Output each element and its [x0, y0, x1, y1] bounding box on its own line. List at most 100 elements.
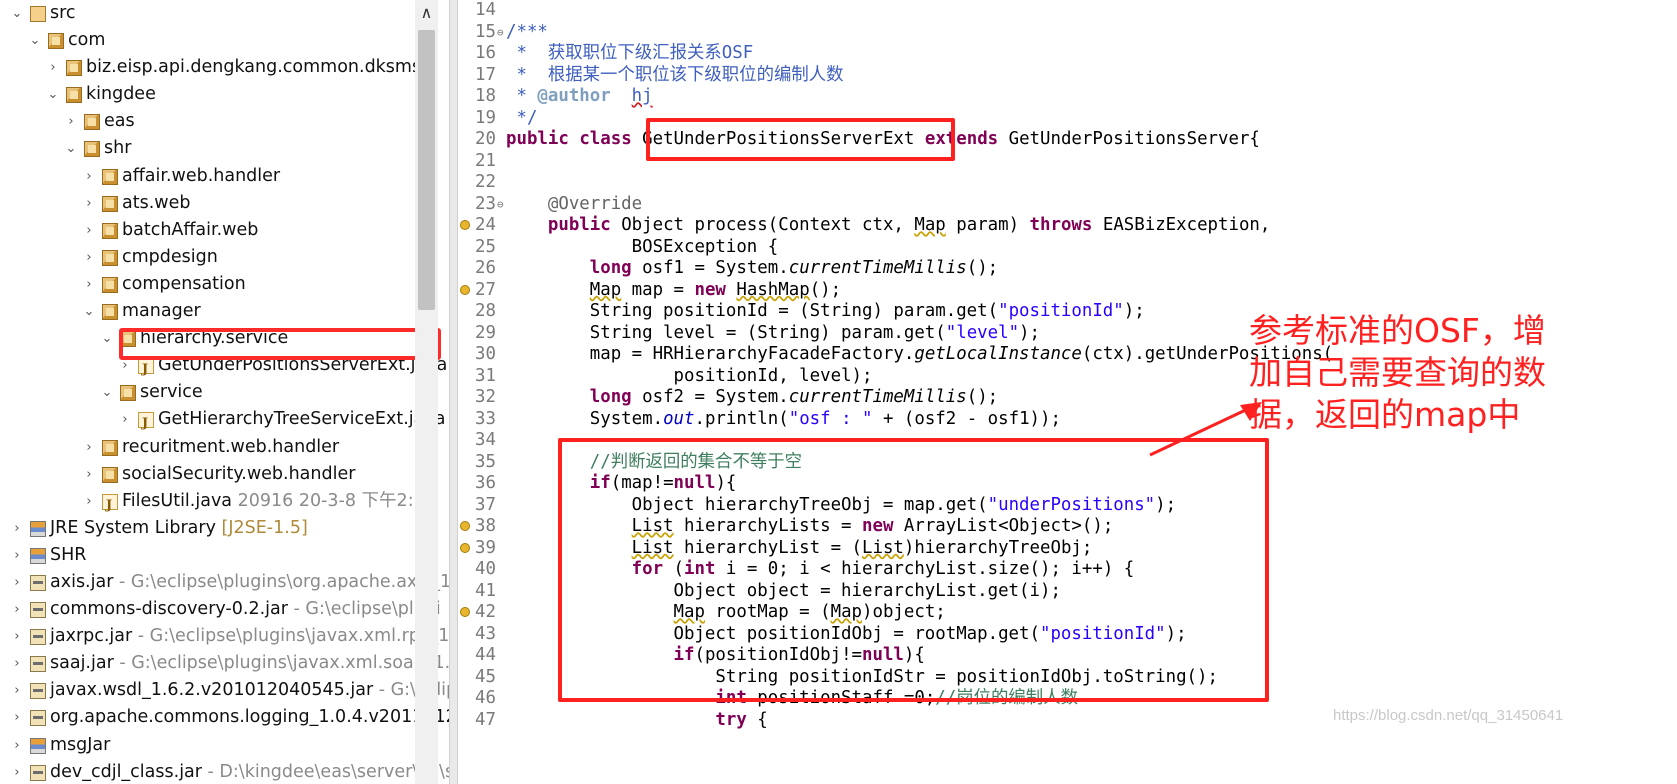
- line-number: 17: [475, 64, 496, 85]
- tree-item[interactable]: › eas: [0, 108, 440, 135]
- fold-toggle-icon[interactable]: ⊖: [497, 22, 504, 44]
- chevron-right-icon[interactable]: ›: [10, 542, 24, 569]
- tree-item-label: saaj.jar - G:\eclipse\plugins\javax.xml.…: [50, 650, 449, 677]
- code-line[interactable]: 14: [458, 0, 1668, 22]
- chevron-right-icon[interactable]: ›: [82, 244, 96, 271]
- jar-icon: [30, 602, 46, 619]
- line-number: 42: [475, 602, 496, 622]
- tree-item[interactable]: › compensation: [0, 271, 440, 298]
- tree-item[interactable]: ⌄ service: [0, 379, 440, 406]
- fold-toggle-icon[interactable]: ⊖: [497, 194, 504, 216]
- chevron-down-icon[interactable]: ⌄: [64, 135, 78, 162]
- code-line[interactable]: 22: [458, 172, 1668, 194]
- chevron-right-icon[interactable]: ›: [82, 190, 96, 217]
- tree-item[interactable]: › jaxrpc.jar - G:\eclipse\plugins\javax.x…: [0, 623, 449, 650]
- chevron-down-icon[interactable]: ⌄: [28, 27, 42, 54]
- chevron-right-icon[interactable]: ›: [46, 54, 60, 81]
- tree-item-label: FilesUtil.java 20916 20-3-8 下午2:10: [122, 490, 436, 511]
- chevron-right-icon[interactable]: ›: [10, 759, 24, 784]
- chevron-down-icon[interactable]: ⌄: [46, 81, 60, 108]
- chevron-right-icon[interactable]: ›: [10, 732, 24, 759]
- tree-item[interactable]: ⌄ src: [0, 0, 440, 27]
- tree-item[interactable]: › SHR: [0, 542, 440, 569]
- code-token: hj: [631, 86, 653, 106]
- chevron-right-icon[interactable]: ›: [82, 271, 96, 298]
- code-line[interactable]: 24 public Object process(Context ctx, Ma…: [458, 215, 1668, 237]
- code-text: BOSException {: [506, 237, 779, 259]
- highlight-box-class-name: [646, 118, 955, 161]
- code-token: @Override: [547, 193, 643, 214]
- tree-item[interactable]: › GetHierarchyTreeServiceExt.java: [0, 406, 445, 437]
- tree-item[interactable]: › batchAffair.web: [0, 217, 440, 244]
- tree-item[interactable]: › JRE System Library [J2SE-1.5]: [0, 515, 440, 542]
- tree-item[interactable]: › FilesUtil.java 20916 20-3-8 下午2:10: [0, 488, 440, 519]
- chevron-right-icon[interactable]: ›: [10, 704, 24, 731]
- chevron-right-icon[interactable]: ›: [118, 406, 132, 433]
- code-line[interactable]: 25 BOSException {: [458, 237, 1668, 259]
- chevron-right-icon[interactable]: ›: [82, 434, 96, 461]
- tree-item[interactable]: › commons-discovery-0.2.jar - G:\eclipse\…: [0, 596, 440, 623]
- code-line[interactable]: 20 public class GetUnderPositionsServerEx…: [458, 129, 1668, 151]
- tree-item-label: SHR: [50, 544, 87, 565]
- scrollbar-thumb[interactable]: [418, 30, 435, 310]
- line-number: 23: [475, 193, 496, 214]
- code-line[interactable]: 17 * 根据某一个职位该下级职位的编制人数: [458, 65, 1668, 87]
- tree-item[interactable]: ⌄ kingdee: [0, 81, 440, 108]
- chevron-right-icon[interactable]: ›: [82, 488, 96, 515]
- chevron-right-icon[interactable]: ›: [10, 596, 24, 623]
- tree-item-label: recuritment.web.handler: [122, 436, 340, 457]
- panel-divider[interactable]: [449, 0, 458, 784]
- chevron-right-icon[interactable]: ›: [10, 515, 24, 542]
- chevron-right-icon[interactable]: ›: [82, 217, 96, 244]
- chevron-right-icon[interactable]: ›: [64, 108, 78, 135]
- code-text: * @author hj: [506, 86, 653, 108]
- jar-icon: [30, 710, 46, 727]
- code-line[interactable]: 21: [458, 151, 1668, 173]
- code-token: );: [1019, 322, 1040, 343]
- chevron-right-icon[interactable]: ›: [10, 623, 24, 650]
- tree-item[interactable]: ⌄ shr: [0, 135, 440, 162]
- chevron-right-icon[interactable]: ›: [10, 677, 24, 704]
- chevron-right-icon[interactable]: ›: [10, 569, 24, 596]
- code-line[interactable]: 23 ⊖ @Override: [458, 194, 1668, 216]
- tree-item[interactable]: ⌄ manager: [0, 298, 440, 325]
- tree-item[interactable]: › biz.eisp.api.dengkang.common.dksms: [0, 54, 440, 81]
- tree-item[interactable]: › ats.web: [0, 190, 440, 217]
- code-text: * 获取职位下级汇报关系OSF: [506, 43, 753, 65]
- tree-item[interactable]: › axis.jar - G:\eclipse\plugins\org.apach…: [0, 569, 449, 596]
- line-number: 44: [475, 645, 496, 665]
- code-line[interactable]: 16 * 获取职位下级汇报关系OSF: [458, 43, 1668, 65]
- library-icon: [30, 737, 46, 754]
- tree-item[interactable]: › cmpdesign: [0, 244, 440, 271]
- tree-item[interactable]: › recuritment.web.handler: [0, 434, 440, 461]
- code-line[interactable]: 15 ⊖/***: [458, 22, 1668, 44]
- scroll-up-icon[interactable]: ∧: [415, 2, 438, 24]
- tree-item[interactable]: › msgJar: [0, 732, 440, 759]
- code-line[interactable]: 19 */: [458, 108, 1668, 130]
- tree-item[interactable]: › affair.web.handler: [0, 163, 440, 190]
- code-token: .println(: [694, 408, 789, 429]
- code-line[interactable]: 18 * @author hj: [458, 86, 1668, 108]
- chevron-down-icon[interactable]: ⌄: [82, 298, 96, 325]
- tree-item[interactable]: › org.apache.commons.logging_1.0.4.v20110…: [0, 704, 449, 731]
- tree-item[interactable]: › dev_cdjl_class.jar - D:\kingdee\eas\ser…: [0, 759, 449, 784]
- tree-item-label: biz.eisp.api.dengkang.common.dksms: [86, 57, 422, 78]
- chevron-right-icon[interactable]: ›: [10, 650, 24, 677]
- chevron-down-icon[interactable]: ⌄: [10, 0, 24, 27]
- tree-scrollbar[interactable]: ∧: [415, 0, 438, 784]
- chevron-right-icon[interactable]: ›: [82, 461, 96, 488]
- code-line[interactable]: 26 long osf1 = System.currentTimeMillis(…: [458, 258, 1668, 280]
- chevron-down-icon[interactable]: ⌄: [100, 379, 114, 406]
- code-line[interactable]: 27 Map map = new HashMap();: [458, 280, 1668, 302]
- tree-item-label: shr: [104, 138, 132, 159]
- chevron-right-icon[interactable]: ›: [82, 163, 96, 190]
- tree-item[interactable]: › saaj.jar - G:\eclipse\plugins\javax.xml…: [0, 650, 449, 677]
- tree-item[interactable]: › javax.wsdl_1.6.2.v201012040545.jar - G:…: [0, 677, 449, 704]
- package-icon: [84, 141, 100, 158]
- tree-item[interactable]: › socialSecurity.web.handler: [0, 461, 440, 488]
- chevron-down-icon[interactable]: ⌄: [100, 325, 114, 352]
- package-icon: [102, 249, 118, 266]
- tree-item[interactable]: ⌄ com: [0, 27, 440, 54]
